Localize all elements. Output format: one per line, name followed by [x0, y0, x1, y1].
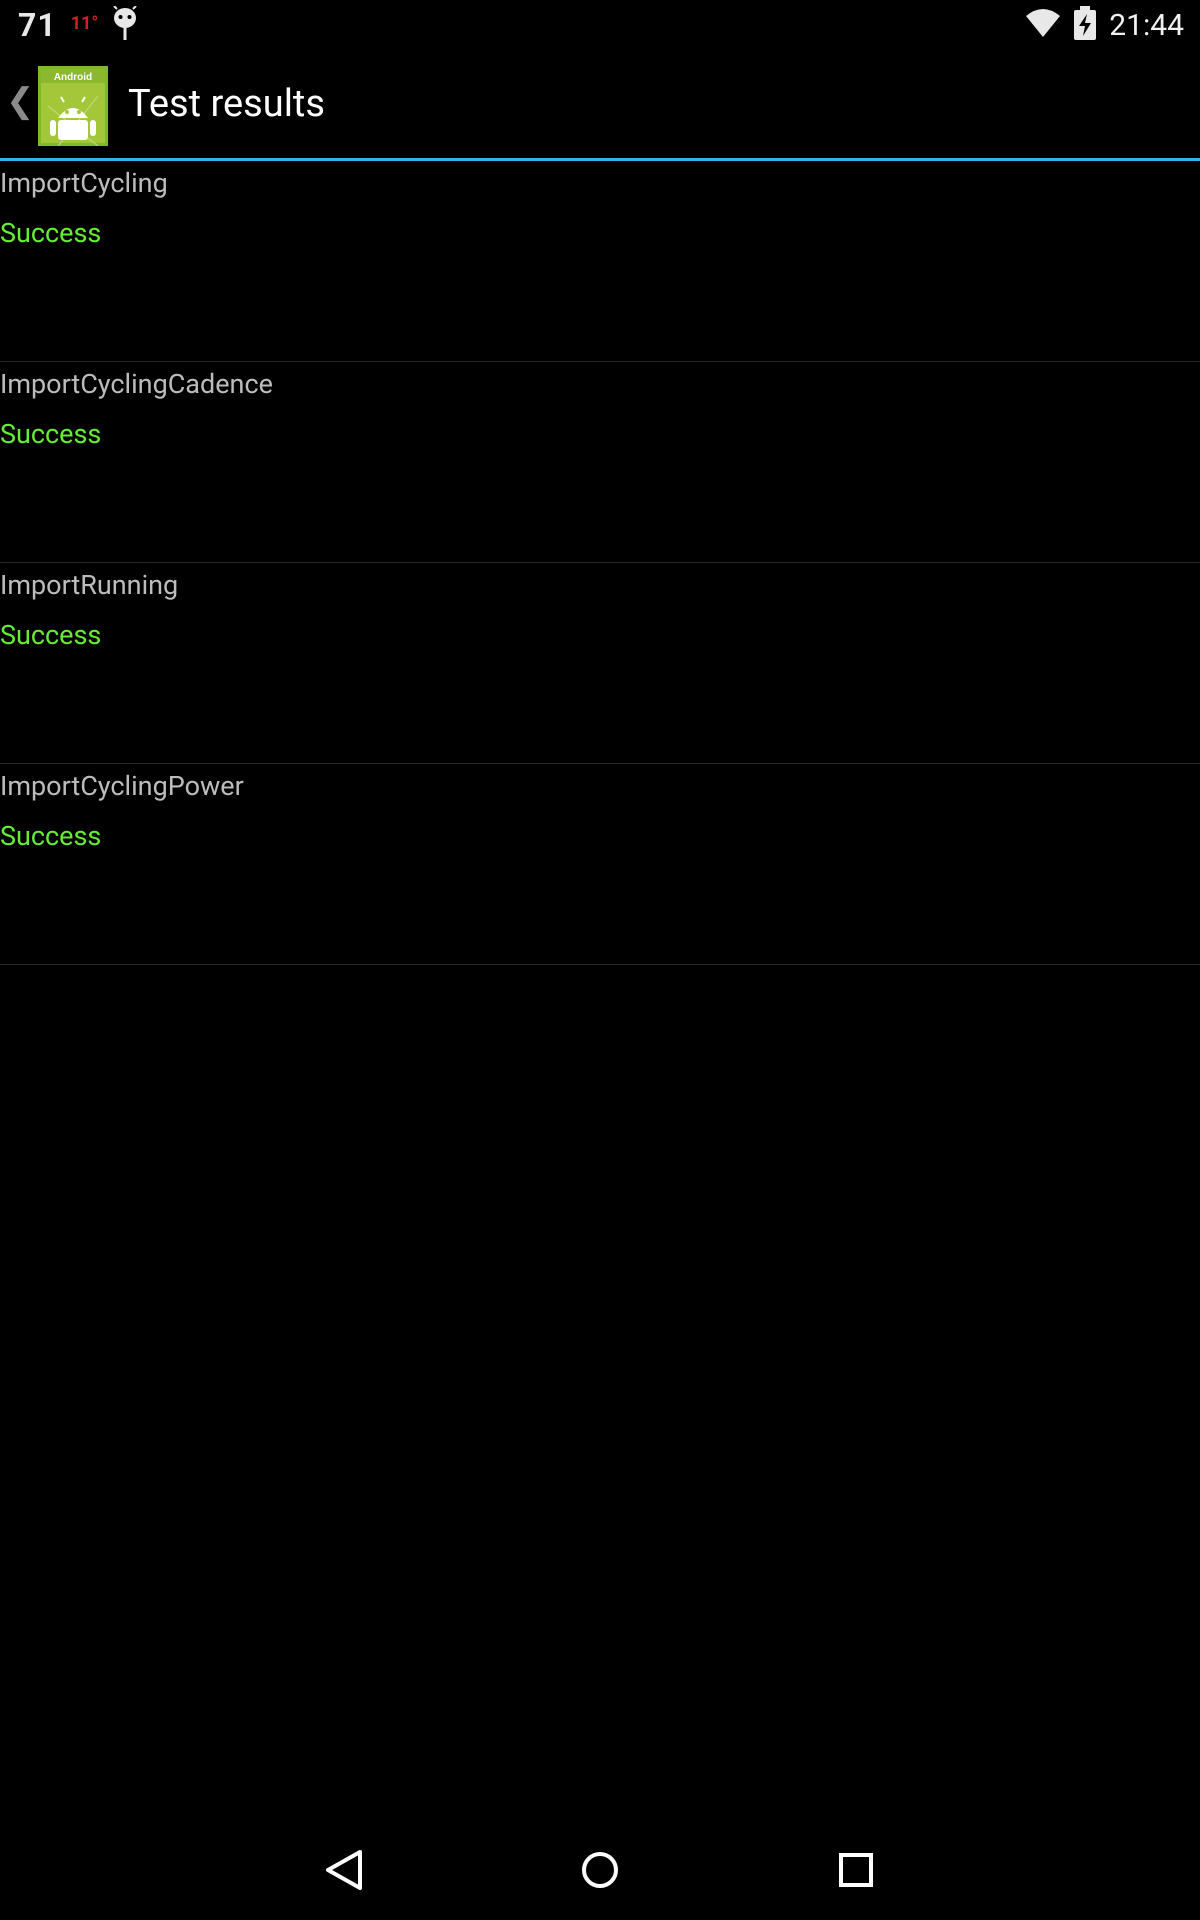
test-status: Success [0, 820, 102, 852]
test-name: ImportCyclingCadence [0, 368, 273, 400]
notification-count: 71 [18, 6, 57, 44]
home-icon[interactable] [570, 1840, 630, 1900]
battery-charging-icon [1073, 6, 1097, 44]
action-bar: ❮ Android Test results [0, 50, 1200, 161]
list-item[interactable]: ImportRunning Success [0, 563, 1200, 764]
app-icon-label: Android [54, 72, 92, 83]
android-debug-icon [112, 5, 138, 44]
up-navigation-chevron-icon[interactable]: ❮ [6, 84, 35, 118]
app-launcher-icon[interactable]: Android [38, 66, 108, 147]
list-item[interactable]: ImportCyclingCadence Success [0, 362, 1200, 563]
clock: 21:44 [1109, 7, 1184, 43]
status-bar: 71 11° 21:44 [0, 0, 1200, 50]
test-name: ImportRunning [0, 569, 179, 601]
test-name: ImportCyclingPower [0, 770, 244, 802]
recents-icon[interactable] [826, 1840, 886, 1900]
list-item[interactable]: ImportCycling Success [0, 161, 1200, 362]
temperature-indicator: 11° [70, 12, 99, 34]
test-name: ImportCycling [0, 167, 168, 199]
list-item[interactable]: ImportCyclingPower Success [0, 764, 1200, 965]
test-status: Success [0, 619, 102, 651]
page-title: Test results [128, 82, 325, 126]
test-status: Success [0, 217, 102, 249]
system-navigation-bar [0, 1820, 1200, 1920]
test-results-list: ImportCycling Success ImportCyclingCaden… [0, 161, 1200, 965]
back-icon[interactable] [314, 1840, 374, 1900]
wifi-icon [1025, 8, 1061, 42]
test-status: Success [0, 418, 102, 450]
